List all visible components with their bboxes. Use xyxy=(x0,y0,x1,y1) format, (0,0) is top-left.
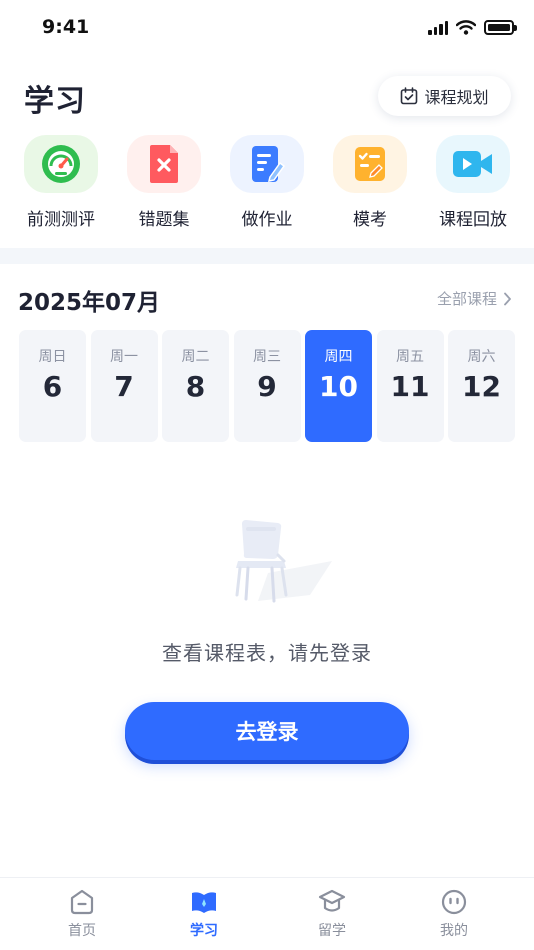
tab-study[interactable]: 学习 xyxy=(164,888,244,940)
shortcut-label: 前测测评 xyxy=(27,210,95,230)
page-title: 学习 xyxy=(24,84,86,119)
shortcut-pretest[interactable]: 前测测评 xyxy=(11,135,111,230)
homework-icon xyxy=(230,135,304,193)
day-number: 6 xyxy=(42,370,63,403)
gauge-icon xyxy=(24,135,98,193)
day-weekday: 周三 xyxy=(253,349,281,365)
tab-label: 学习 xyxy=(190,923,218,939)
day-cell[interactable]: 周二 8 xyxy=(162,330,229,442)
month-title: 2025年07月 xyxy=(18,290,161,316)
section-divider xyxy=(0,248,534,264)
day-number: 9 xyxy=(257,370,277,403)
shortcut-label: 错题集 xyxy=(138,210,190,230)
cellular-signal-icon xyxy=(428,20,448,35)
day-weekday: 周二 xyxy=(181,349,210,365)
week-strip: 周日 6 周一 7 周二 8 周三 9 周四 10 周五 11 周六 12 xyxy=(19,330,515,442)
shortcut-homework[interactable]: 做作业 xyxy=(217,135,317,230)
day-number: 8 xyxy=(185,370,206,403)
shortcut-course-replay[interactable]: 课程回放 xyxy=(423,135,523,230)
graduation-cap-icon xyxy=(318,888,346,916)
login-button[interactable]: 去登录 xyxy=(125,702,409,760)
video-replay-icon xyxy=(436,135,510,193)
day-weekday: 周五 xyxy=(396,349,424,365)
shortcut-row: 前测测评 错题集 做作业 模考 课程回放 xyxy=(0,135,534,235)
empty-state-message: 查看课程表，请先登录 xyxy=(162,641,372,665)
tab-label: 首页 xyxy=(68,923,96,939)
shortcut-label: 模考 xyxy=(353,210,387,230)
day-number: 7 xyxy=(114,370,134,403)
day-cell[interactable]: 周五 11 xyxy=(376,330,444,442)
wrong-answers-icon xyxy=(127,135,201,193)
book-icon xyxy=(190,888,218,916)
shortcut-mock-exam[interactable]: 模考 xyxy=(320,135,420,230)
battery-icon xyxy=(484,20,517,35)
tab-study-abroad[interactable]: 留学 xyxy=(292,888,372,940)
chevron-right-icon xyxy=(504,292,511,305)
day-number: 11 xyxy=(390,370,430,403)
day-number: 10 xyxy=(319,370,358,403)
shortcut-label: 课程回放 xyxy=(439,210,507,230)
home-icon xyxy=(68,888,96,916)
tab-label: 我的 xyxy=(440,923,468,939)
day-weekday: 周日 xyxy=(38,349,67,365)
day-cell[interactable]: 周六 12 xyxy=(448,330,515,442)
shortcut-wrong-answers[interactable]: 错题集 xyxy=(114,135,214,230)
day-weekday: 周一 xyxy=(110,349,138,365)
day-cell-selected[interactable]: 周四 10 xyxy=(305,330,372,442)
status-time: 9:41 xyxy=(42,16,90,38)
day-weekday: 周四 xyxy=(324,349,353,365)
profile-icon xyxy=(440,888,468,916)
tab-home[interactable]: 首页 xyxy=(42,888,122,940)
all-courses-label: 全部课程 xyxy=(436,290,497,308)
day-weekday: 周六 xyxy=(467,349,496,365)
chair-illustration xyxy=(235,520,332,603)
all-courses-link[interactable]: 全部课程 xyxy=(437,288,512,309)
course-plan-button[interactable]: 课程规划 xyxy=(378,76,511,116)
course-plan-label: 课程规划 xyxy=(424,88,489,107)
day-cell[interactable]: 周日 6 xyxy=(19,330,86,442)
day-number: 12 xyxy=(462,370,501,403)
mock-exam-icon xyxy=(333,135,407,193)
status-bar: 9:41 xyxy=(0,0,534,58)
status-icons xyxy=(428,20,517,35)
tab-label: 留学 xyxy=(318,923,346,939)
day-cell[interactable]: 周三 9 xyxy=(233,330,301,442)
bottom-tab-bar: 首页 学习 留学 我的 xyxy=(0,877,534,950)
tab-profile[interactable]: 我的 xyxy=(414,888,494,940)
shortcut-label: 做作业 xyxy=(241,210,293,230)
wifi-icon xyxy=(456,20,476,35)
calendar-check-icon xyxy=(401,87,418,105)
day-cell[interactable]: 周一 7 xyxy=(90,330,158,442)
